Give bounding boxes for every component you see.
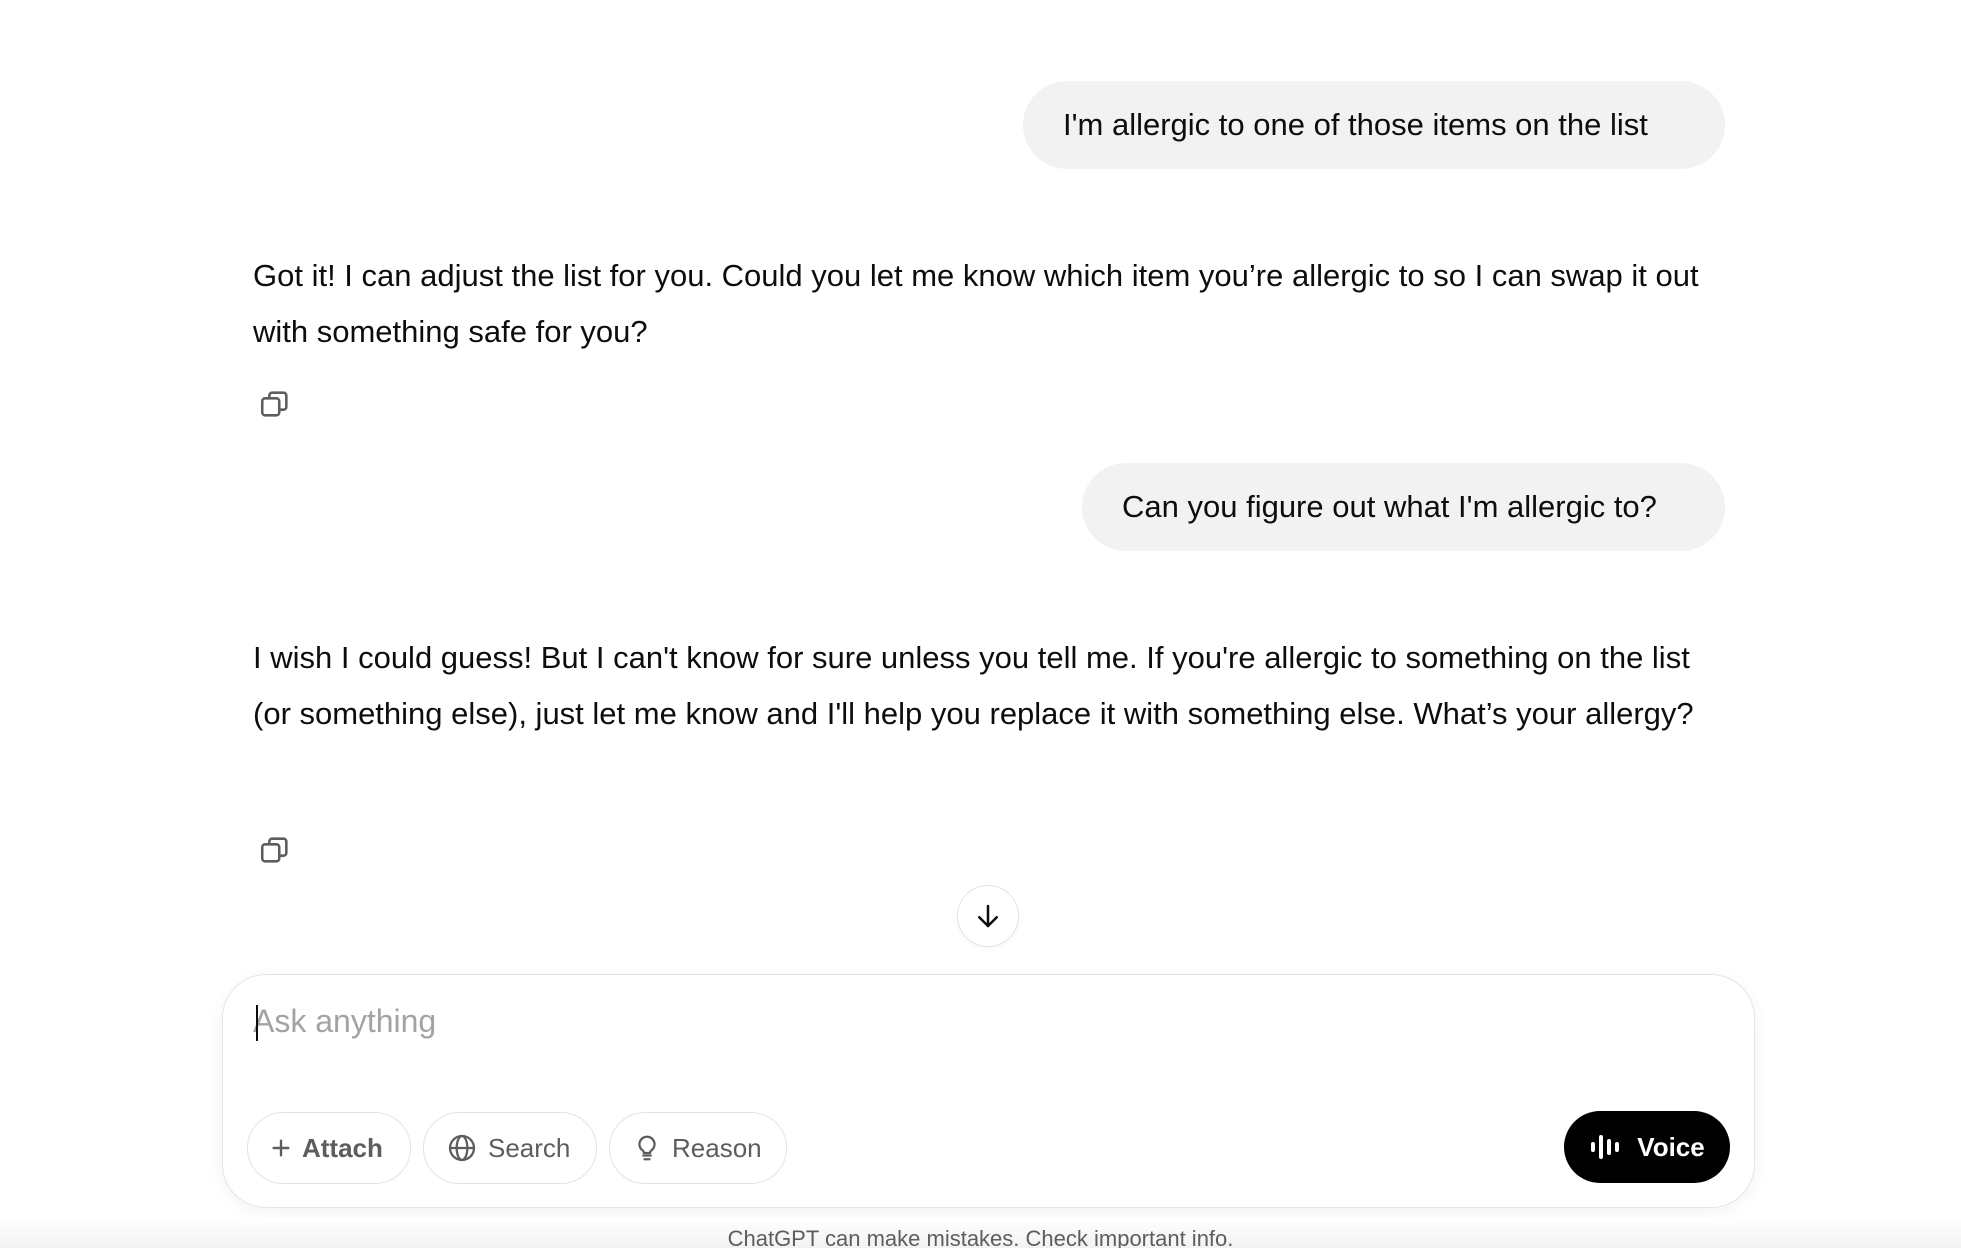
user-message-text: I'm allergic to one of those items on th… [1063, 107, 1648, 142]
assistant-message: I wish I could guess! But I can't know f… [253, 630, 1723, 742]
disclaimer-text: ChatGPT can make mistakes. Check importa… [727, 1226, 1234, 1248]
attach-button[interactable]: Attach [247, 1112, 411, 1184]
user-message-text: Can you figure out what I'm allergic to? [1122, 489, 1657, 524]
chat-page: I'm allergic to one of those items on th… [0, 0, 1961, 1248]
assistant-message: Got it! I can adjust the list for you. C… [253, 248, 1723, 360]
plus-icon [270, 1137, 292, 1159]
user-message: I'm allergic to one of those items on th… [1023, 81, 1725, 169]
prompt-input[interactable] [253, 997, 1713, 1045]
voice-button[interactable]: Voice [1564, 1111, 1730, 1183]
voice-label: Voice [1637, 1131, 1705, 1162]
copy-icon [260, 837, 288, 863]
lightbulb-icon [632, 1131, 662, 1165]
user-message: Can you figure out what I'm allergic to? [1082, 463, 1725, 551]
copy-button[interactable] [256, 831, 294, 869]
search-button[interactable]: Search [423, 1112, 597, 1184]
assistant-message-text: Got it! I can adjust the list for you. C… [253, 258, 1699, 349]
text-caret [256, 1005, 258, 1041]
copy-button[interactable] [256, 385, 294, 423]
globe-icon [446, 1132, 478, 1164]
composer: Attach Search Reason [222, 974, 1755, 1208]
search-label: Search [488, 1132, 571, 1163]
assistant-message-text: I wish I could guess! But I can't know f… [253, 640, 1694, 731]
attach-label: Attach [302, 1132, 383, 1163]
copy-icon [260, 391, 288, 417]
waveform-icon [1589, 1131, 1625, 1163]
reason-button[interactable]: Reason [609, 1112, 787, 1184]
reason-label: Reason [672, 1132, 762, 1163]
scroll-to-bottom-button[interactable] [957, 885, 1019, 947]
arrow-down-icon [978, 904, 998, 928]
